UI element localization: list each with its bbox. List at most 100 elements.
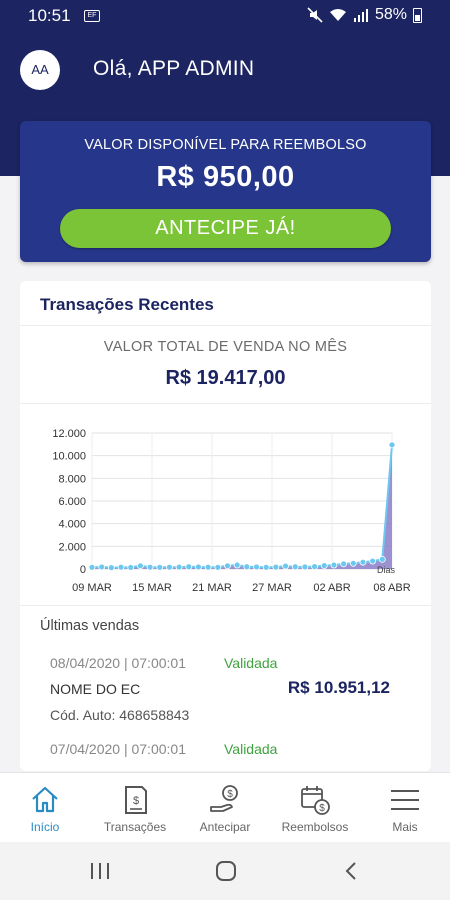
chart-point <box>330 561 338 569</box>
chart-point <box>320 562 328 570</box>
divider <box>20 403 431 404</box>
chart-point <box>349 559 357 567</box>
chart-point <box>166 563 173 571</box>
chart-x-tick-label: 02 ABR <box>313 582 350 594</box>
status-time: 10:51 <box>28 6 71 25</box>
chart-grid <box>91 432 393 570</box>
chart-point <box>369 557 377 565</box>
chart-y-tick-label: 2.000 <box>58 541 86 553</box>
chart-y-tick-label: 0 <box>80 564 86 576</box>
chart-point <box>262 563 270 571</box>
chart-point <box>311 563 318 571</box>
chart-point <box>156 563 164 571</box>
chart-point <box>282 562 289 570</box>
chart-point <box>214 563 222 571</box>
sale-date: 07/04/2020 | 07:00:01 <box>50 741 186 757</box>
nav-label: Transações <box>103 820 167 834</box>
chart-x-tick-label: 21 MAR <box>192 582 232 594</box>
nav-item-mais[interactable]: Mais <box>360 773 450 842</box>
last-sales-label: Últimas vendas <box>40 618 140 634</box>
bottom-nav: Início $ Transações $ Antecipar $ Reembo… <box>0 772 450 842</box>
chart-point <box>127 564 135 571</box>
sale-date: 08/04/2020 | 07:00:01 <box>50 655 186 671</box>
chart-point <box>88 563 96 571</box>
nav-label: Mais <box>392 820 418 834</box>
balance-card: VALOR DISPONÍVEL PARA REEMBOLSO R$ 950,0… <box>20 121 431 262</box>
recent-apps-icon[interactable] <box>88 860 112 882</box>
nav-label: Antecipar <box>199 820 251 834</box>
chart-point <box>98 563 106 571</box>
nav-item-antecipar[interactable]: $ Antecipar <box>180 773 270 842</box>
chart-x-tick-label: 08 ABR <box>373 582 410 594</box>
wifi-icon <box>329 9 346 21</box>
chart-x-axis-label: Dias <box>377 565 396 575</box>
antecipe-button[interactable]: ANTECIPE JÁ! <box>60 209 391 248</box>
transactions-title: Transações Recentes <box>40 295 214 314</box>
transactions-card: Transações Recentes VALOR TOTAL DE VENDA… <box>20 281 431 771</box>
chart-point <box>136 562 144 570</box>
balance-label: VALOR DISPONÍVEL PARA REEMBOLSO <box>84 137 367 153</box>
mute-icon <box>307 7 323 23</box>
nav-label: Início <box>30 820 60 834</box>
sales-chart: 0 2.000 4.000 6.000 8.000 10.000 12.000 09 MAR… <box>52 428 411 594</box>
chart-point <box>233 561 241 569</box>
greeting: Olá, APP ADMIN <box>93 57 255 80</box>
sale-auth-code: Cód. Auto: 468658843 <box>50 707 190 723</box>
sale-status: Validada <box>224 741 278 757</box>
sale-status: Validada <box>224 655 278 671</box>
monthly-total-label: VALOR TOTAL DE VENDA NO MÊS <box>103 339 348 355</box>
chart-y-tick-label: 6.000 <box>58 496 86 508</box>
balance-value: R$ 950,00 <box>156 161 295 193</box>
chart-point <box>107 564 115 572</box>
chart-y-tick-label: 8.000 <box>58 473 86 485</box>
monthly-total-value: R$ 19.417,00 <box>165 367 286 389</box>
chart-point <box>340 560 348 568</box>
chart-point <box>388 441 396 449</box>
sale-amount: R$ 10.951,12 <box>287 678 390 697</box>
chart-point <box>253 563 260 571</box>
avatar[interactable]: AA <box>20 50 60 90</box>
chart-y-tick-label: 4.000 <box>58 519 86 531</box>
signal-icon <box>353 9 368 22</box>
svg-text:$: $ <box>133 795 139 807</box>
chart-point <box>359 558 367 566</box>
chart-point <box>224 562 231 570</box>
status-bar: 10:51 EF 58% <box>0 0 450 32</box>
divider <box>20 325 431 326</box>
chart-x-tick-label: 15 MAR <box>132 582 172 594</box>
sim-card-icon: EF <box>84 10 100 22</box>
chart-x-tick-label: 09 MAR <box>72 582 112 594</box>
chart-point <box>291 563 299 571</box>
chart-y-ticks: 0 2.000 4.000 6.000 8.000 10.000 12.000 <box>52 428 86 576</box>
chart-line <box>91 444 393 569</box>
nav-item-reembolsos[interactable]: $ Reembolsos <box>270 773 360 842</box>
divider <box>20 605 431 606</box>
home-icon <box>32 786 58 813</box>
chart-point <box>243 563 251 571</box>
back-icon[interactable] <box>340 860 364 882</box>
chart-points <box>88 441 396 572</box>
chart-point <box>301 563 309 571</box>
chart-point <box>378 555 386 563</box>
nav-label: Reembolsos <box>281 820 349 834</box>
svg-text:$: $ <box>227 789 233 800</box>
chart-area <box>92 444 392 569</box>
battery-percent: 58% <box>374 6 407 23</box>
chart-point <box>185 563 193 571</box>
chart-point <box>175 563 183 571</box>
svg-text:$: $ <box>319 803 325 814</box>
chart-point <box>195 563 202 571</box>
receipt-icon: $ <box>125 786 147 814</box>
nav-item-transacoes[interactable]: $ Transações <box>90 773 180 842</box>
nav-item-inicio[interactable]: Início <box>0 773 90 842</box>
chart-point <box>117 563 125 571</box>
chart-y-tick-label: 12.000 <box>52 428 86 440</box>
system-nav-bar <box>0 842 450 900</box>
menu-icon <box>391 790 419 810</box>
hand-coin-icon: $ <box>210 785 238 812</box>
chart-point <box>272 563 280 571</box>
calendar-coin-icon: $ <box>301 786 330 815</box>
chart-x-tick-label: 27 MAR <box>252 582 292 594</box>
home-button-icon[interactable] <box>214 860 238 882</box>
chart-x-ticks: 09 MAR 15 MAR 21 MAR 27 MAR 02 ABR 08 ABR <box>72 582 411 594</box>
